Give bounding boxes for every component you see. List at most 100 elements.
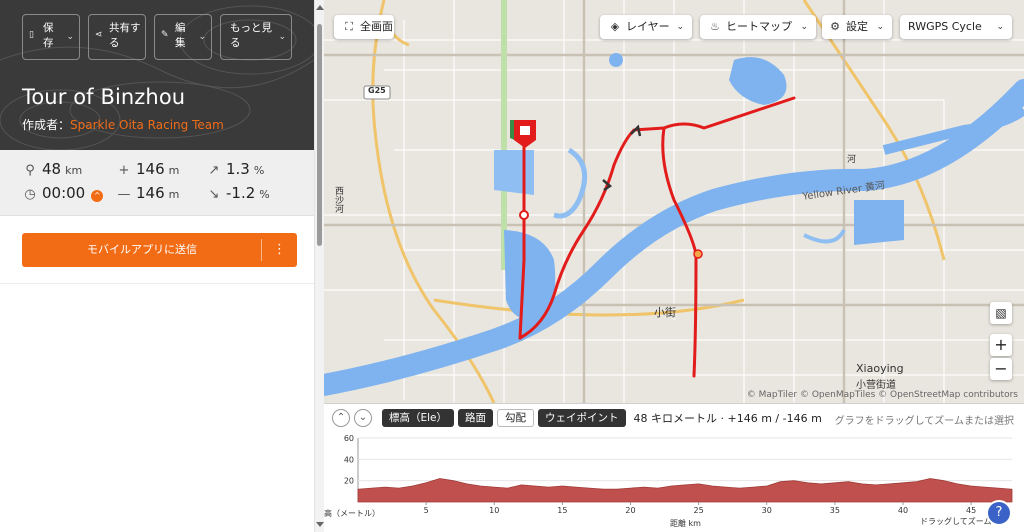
edit-button[interactable]: ✎ 編集 ⌄ (154, 14, 212, 60)
fullscreen-button[interactable]: ⛶ 全画面 (334, 15, 394, 39)
more-label: もっと見る (230, 22, 272, 49)
map-attribution[interactable]: © MapTiler © OpenMapTiles © OpenStreetMa… (747, 390, 1018, 400)
y-tick-label: 60 (344, 434, 354, 443)
pencil-icon: ✎ (161, 30, 169, 40)
minus-icon: — (117, 187, 131, 202)
layers-icon: ◈ (610, 20, 620, 33)
x-tick-label: 35 (830, 506, 840, 515)
map-view[interactable]: ⛶ 全画面 ◈ レイヤー ⌄ ♨ ヒートマップ ⌄ ⚙ 設定 ⌄ RWGPS Cycle ⌄ G… (324, 0, 1024, 403)
arrow-up-right-icon: ↗ (208, 163, 220, 178)
save-button[interactable]: ▯ 保存 ⌄ (22, 14, 80, 60)
map-label-river-east: 河 (845, 154, 855, 163)
chevron-down-icon[interactable]: ⌄ (354, 409, 372, 427)
chevron-down-icon: ⌄ (198, 32, 206, 42)
settings-label: 設定 (846, 20, 868, 33)
elevation-area (357, 478, 1013, 503)
time-value: 00:00 (42, 184, 86, 202)
heatmap-button[interactable]: ♨ ヒートマップ ⌄ (700, 15, 816, 39)
tab-elevation[interactable]: 標高（Ele） (382, 409, 455, 427)
y-tick-label: 20 (344, 477, 354, 486)
x-tick-label: 30 (762, 506, 772, 515)
flame-icon: ♨ (710, 20, 720, 33)
y-axis-label: 高（メートル） (324, 508, 380, 518)
save-label: 保存 (43, 22, 54, 49)
stat-grade-up: ↗ 1.3 % (206, 160, 265, 178)
x-tick-label: 40 (898, 506, 908, 515)
chevron-down-icon: ⌄ (800, 22, 808, 32)
gear-icon: ⚙ (830, 20, 840, 33)
elevation-chart[interactable]: 204060 5 10 15 20 25 30 35 40 45 高（メートル） 距離 km ド… (324, 430, 1024, 532)
more-options-icon[interactable]: ⋮ (262, 233, 297, 267)
share-button[interactable]: ⋖ 共有する (88, 14, 146, 60)
fullscreen-icon: ⛶ (345, 20, 353, 33)
help-button[interactable]: ? (988, 502, 1010, 524)
x-tick-label: 20 (625, 506, 635, 515)
map-label-xiaoying-jp: 小营街道 (856, 380, 896, 391)
zoom-out-button[interactable]: − (990, 358, 1012, 380)
map-canvas[interactable] (324, 0, 1024, 403)
x-tick-label: 45 (966, 506, 976, 515)
stat-grade-down: ↘ -1.2 % (206, 184, 270, 202)
map-style-label: RWGPS Cycle (908, 20, 982, 33)
map-label-xiaojie: 小街 (654, 306, 676, 319)
distance-icon: ⚲ (25, 163, 35, 178)
send-to-app-button[interactable]: モバイルアプリに送信 ⋮ (22, 233, 297, 267)
stat-time: ◷ 00:00 ^ (22, 184, 104, 202)
chevron-down-icon: ⌄ (996, 22, 1004, 32)
x-tick-label: 15 (557, 506, 567, 515)
chevron-down-icon: ⌄ (278, 32, 286, 42)
layers-button[interactable]: ◈ レイヤー ⌄ (600, 15, 692, 39)
x-tick-label: 10 (489, 506, 499, 515)
clock-icon: ◷ (24, 187, 36, 202)
y-axis-ticks: 20 40 60 (344, 434, 354, 486)
map-label-xiaoying: Xiaoying (856, 362, 904, 375)
share-icon: ⋖ (95, 30, 103, 40)
distance-unit: km (65, 164, 83, 177)
settings-button[interactable]: ⚙ 設定 ⌄ (822, 15, 892, 39)
bookmark-icon: ▯ (29, 30, 34, 40)
chevron-down-icon: ⌄ (876, 22, 884, 32)
map-label-xisha-river: 西沙河 (333, 186, 343, 213)
route-header: ▯ 保存 ⌄ ⋖ 共有する ✎ 編集 ⌄ もっと見る ⌄ Tour of Bin… (0, 0, 314, 150)
stat-distance: ⚲ 48 km (22, 160, 82, 178)
chevron-down-icon: ⌄ (676, 22, 684, 32)
arrow-down-right-icon: ↘ (208, 187, 220, 202)
scroll-up-icon[interactable] (316, 5, 324, 10)
tab-surface[interactable]: 路面 (458, 409, 494, 427)
chevron-up-icon[interactable]: ⌃ (332, 409, 350, 427)
stat-loss: — 146 m (116, 184, 180, 202)
zoom-in-button[interactable]: + (990, 334, 1012, 356)
edit-label: 編集 (175, 22, 186, 49)
author-link[interactable]: Sparkle Oita Racing Team (70, 118, 224, 132)
send-section: モバイルアプリに送信 ⋮ (0, 216, 314, 284)
route-title: Tour of Binzhou (22, 85, 186, 109)
map-legend-icon[interactable]: ▧ (990, 302, 1012, 324)
sidebar-scrollbar[interactable] (314, 0, 324, 532)
elevation-summary: 48 キロメートル · +146 m / -146 m (633, 412, 822, 425)
route-author: 作成者：Sparkle Oita Racing Team (22, 116, 224, 133)
tab-grade[interactable]: 勾配 (497, 409, 535, 427)
send-to-app-label: モバイルアプリに送信 (87, 243, 197, 256)
layers-label: レイヤー (626, 20, 670, 33)
scrollbar-thumb[interactable] (317, 24, 322, 246)
tab-waypoints[interactable]: ウェイポイント (538, 409, 626, 427)
map-label-g25: G25 (368, 86, 386, 95)
x-axis-ticks: 5 10 15 20 25 30 35 40 45 (424, 502, 976, 515)
more-button[interactable]: もっと見る ⌄ (220, 14, 292, 60)
map-style-select[interactable]: RWGPS Cycle ⌄ (900, 15, 1012, 39)
start-marker-icon[interactable] (510, 120, 536, 148)
fullscreen-label: 全画面 (360, 20, 393, 33)
distance-value: 48 (42, 160, 62, 178)
gain-value: 146 (136, 160, 165, 178)
route-stats: ⚲ 48 km + 146 m ↗ 1.3 % ◷ 00:00 ^ — 146 (0, 150, 314, 216)
loss-value: 146 (136, 184, 165, 202)
elevation-toolbar: ⌃ ⌄ 標高（Ele） 路面 勾配 ウェイポイント 48 キロメートル · +1… (332, 408, 822, 428)
loss-unit: m (168, 188, 180, 201)
grade-up-unit: % (253, 164, 265, 177)
grade-down-value: -1.2 (226, 184, 256, 202)
heatmap-label: ヒートマップ (726, 20, 792, 33)
scroll-down-icon[interactable] (316, 522, 324, 527)
gain-unit: m (168, 164, 180, 177)
chevron-up-icon[interactable]: ^ (91, 190, 104, 202)
grade-down-unit: % (259, 188, 270, 201)
